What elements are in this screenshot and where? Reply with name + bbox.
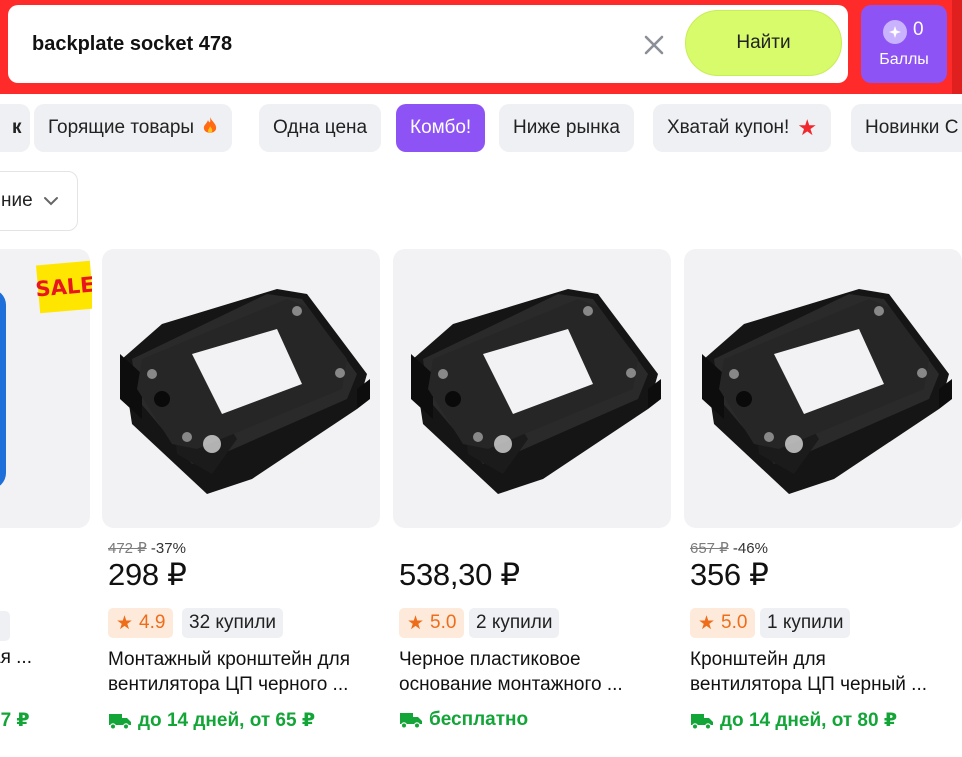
blue-product-shape — [0, 289, 6, 489]
chip-hot-items[interactable]: Горящие товары — [34, 104, 233, 152]
rating-badge: ★ 5.0 — [399, 608, 465, 638]
chip-label: Новинки С — [865, 117, 959, 138]
bought-count: 1 купили — [760, 608, 851, 638]
product-card[interactable]: 538,30 ₽ ★ 5.0 2 купили Черное пластиков… — [393, 249, 673, 730]
bracket-image — [411, 289, 661, 494]
rating-badge: ★ 5.0 — [690, 608, 756, 638]
truck-icon — [691, 713, 713, 730]
title-line: Кронштейн для — [690, 649, 826, 670]
points-label: Баллы — [879, 51, 929, 68]
price: 538,30 ₽ — [399, 557, 520, 592]
find-button[interactable]: Найти — [685, 10, 842, 76]
delivery-info: бесплатно — [399, 709, 528, 731]
product-card-partial[interactable]: SALE ая ... 37 ₽ — [0, 249, 92, 749]
old-price: 657 ₽ — [690, 540, 729, 557]
header-bar: backplate socket 478 Найти 0 Баллы — [0, 0, 962, 94]
product-card[interactable]: 657 ₽ -46% 356 ₽ ★ 5.0 1 купили Кронштей… — [684, 249, 962, 731]
chip-label: Комбо! — [410, 117, 472, 138]
price: 298 ₽ — [108, 557, 187, 592]
product-image[interactable] — [684, 249, 962, 528]
chip-label: Хватай купон! — [667, 117, 790, 138]
title-line: вентилятора ЦП черный ... — [690, 674, 927, 695]
discount: -37% — [150, 540, 186, 557]
sale-badge: SALE — [35, 260, 92, 314]
header-edge — [952, 0, 962, 94]
bought-count: 2 купили — [469, 608, 560, 638]
chip-new-items[interactable]: Новинки С — [851, 104, 962, 152]
rating-value: 4.9 — [139, 612, 166, 633]
old-price-row: 657 ₽ -46% — [690, 539, 768, 557]
product-title[interactable]: Монтажный кронштейн для вентилятора ЦП ч… — [108, 647, 378, 697]
fire-icon — [202, 116, 218, 141]
delivery-text: до 14 дней, от 65 ₽ — [138, 710, 316, 731]
search-box[interactable]: backplate socket 478 Найти — [8, 5, 848, 83]
product-title[interactable]: Кронштейн для вентилятора ЦП черный ... — [690, 647, 960, 697]
delivery-info: до 14 дней, от 80 ₽ — [690, 709, 897, 732]
delivery-info: до 14 дней, от 65 ₽ — [108, 709, 315, 732]
star-icon: ★ — [797, 115, 818, 140]
title-line: вентилятора ЦП черного ... — [108, 674, 349, 695]
chevron-down-icon — [43, 190, 59, 212]
product-image[interactable] — [393, 249, 671, 528]
bracket-image — [120, 289, 370, 494]
tag-fragment — [0, 611, 10, 641]
delivery-text: до 14 дней, от 80 ₽ — [720, 710, 898, 731]
star-icon: ★ — [116, 612, 134, 634]
star-icon: ★ — [407, 612, 425, 634]
old-price-row: 472 ₽ -37% — [108, 539, 186, 557]
truck-icon — [109, 713, 131, 730]
bought-count: 32 купили — [182, 608, 284, 638]
truck-icon — [400, 713, 422, 729]
chip-label: Одна цена — [273, 117, 368, 138]
chip-label: Ниже рынка — [513, 117, 620, 138]
chip-partial[interactable]: к — [0, 104, 30, 152]
close-icon — [644, 35, 664, 55]
clear-search-button[interactable] — [640, 31, 668, 59]
category-chips: к Горящие товары Одна цена Комбо! Ниже р… — [0, 104, 962, 152]
title-line: Монтажный кронштейн для — [108, 649, 350, 670]
rating-value: 5.0 — [430, 612, 457, 633]
chip-combo[interactable]: Комбо! — [396, 104, 486, 152]
product-image[interactable] — [102, 249, 380, 528]
product-card[interactable]: 472 ₽ -37% 298 ₽ ★ 4.9 32 купили Монтажн… — [102, 249, 382, 731]
chip-grab-coupon[interactable]: Хватай купон! ★ — [653, 104, 832, 152]
title-line: основание монтажного ... — [399, 674, 623, 695]
points-count: 0 — [913, 19, 924, 40]
sort-dropdown[interactable]: ние — [0, 171, 78, 231]
old-price: 472 ₽ — [108, 540, 147, 557]
points-button[interactable]: 0 Баллы — [861, 5, 947, 83]
chip-label: к — [12, 117, 22, 138]
delivery-info: 37 ₽ — [0, 710, 30, 731]
bracket-image — [702, 289, 952, 494]
discount: -46% — [732, 540, 768, 557]
search-input[interactable]: backplate socket 478 — [32, 33, 232, 56]
rating-value: 5.0 — [721, 612, 748, 633]
chip-below-market[interactable]: Ниже рынка — [499, 104, 634, 152]
delivery-text: бесплатно — [429, 709, 529, 730]
title-line: Черное пластиковое — [399, 649, 581, 670]
chip-one-price[interactable]: Одна цена — [259, 104, 382, 152]
star-icon: ★ — [698, 612, 716, 634]
product-title[interactable]: ая ... — [0, 647, 32, 669]
product-title[interactable]: Черное пластиковое основание монтажного … — [399, 647, 669, 697]
price: 356 ₽ — [690, 557, 769, 592]
chip-label: Горящие товары — [48, 117, 195, 138]
points-coin-icon — [883, 20, 907, 44]
sort-label: ние — [1, 190, 33, 211]
rating-badge: ★ 4.9 — [108, 608, 174, 638]
